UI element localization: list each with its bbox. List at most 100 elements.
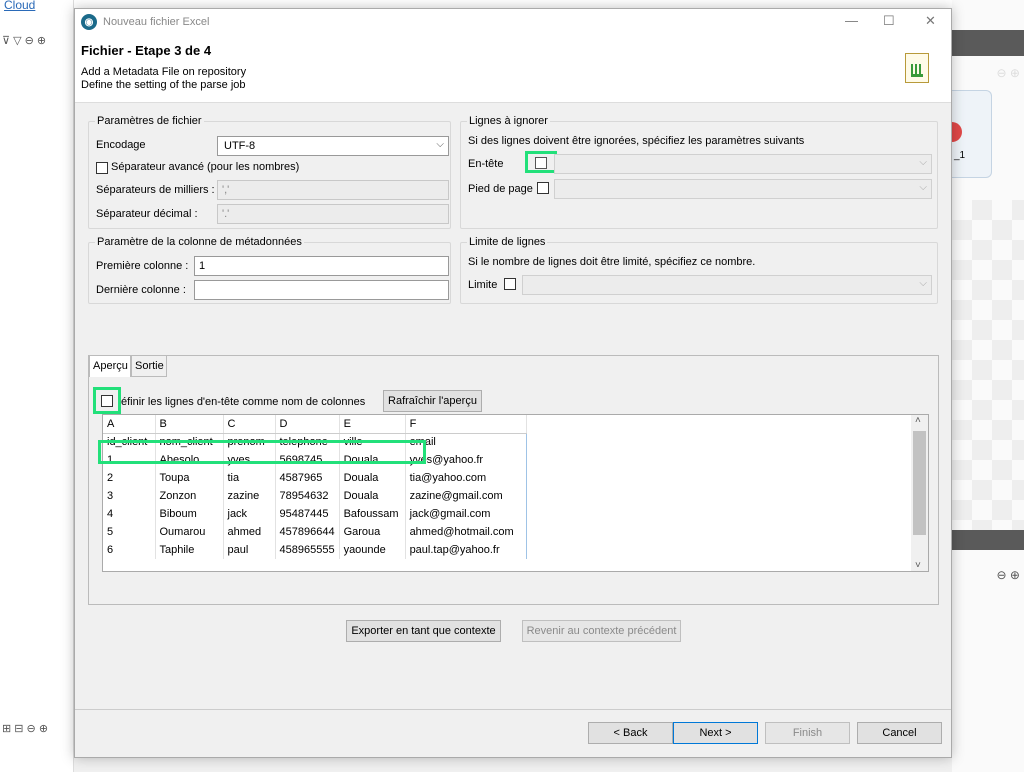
table-cell: 457896644 — [275, 523, 340, 541]
table-cell: 3 — [103, 487, 156, 505]
table-cell: Garoua — [339, 523, 406, 541]
encoding-label: Encodage — [96, 139, 146, 151]
row-limit-hint: Si le nombre de lignes doit être limité,… — [468, 256, 756, 268]
skip-lines-hint: Si des lignes doivent être ignorées, spé… — [468, 135, 805, 147]
excel-file-icon — [905, 53, 929, 83]
tab-preview[interactable]: Aperçu — [89, 355, 131, 377]
row-limit-group: Limite de lignes Si le nombre de lignes … — [460, 236, 938, 304]
header-rows-label: En-tête — [468, 158, 504, 170]
design-canvas — [952, 200, 1024, 530]
thousands-separator-field: ',' — [217, 180, 449, 200]
table-cell: 458965555 — [275, 541, 340, 559]
chevron-up-icon[interactable]: ˄ — [915, 415, 921, 426]
table-cell: 4 — [103, 505, 156, 523]
file-params-title: Paramètres de fichier — [95, 115, 204, 127]
skip-lines-group: Lignes à ignorer Si des lignes doivent ê… — [460, 115, 938, 229]
column-header[interactable]: F — [405, 415, 527, 434]
wizard-step-title: Fichier - Etape 3 de 4 — [81, 43, 212, 58]
row-limit-title: Limite de lignes — [467, 236, 548, 248]
chevron-down-icon: ⌵ — [919, 278, 927, 289]
column-header[interactable]: B — [155, 415, 224, 434]
chevron-down-icon: ⌵ — [919, 157, 927, 168]
footer-divider — [75, 709, 951, 710]
last-column-label: Dernière colonne : — [96, 284, 186, 296]
row-limit-checkbox[interactable] — [504, 278, 516, 290]
preview-table[interactable]: A B C D E F id_client nom_client prenom … — [102, 414, 929, 572]
header-rows-select: ⌵ — [554, 154, 932, 174]
background-toolbar — [0, 0, 1024, 8]
table-cell: Douala — [339, 469, 406, 487]
metadata-columns-group: Paramètre de la colonne de métadonnées P… — [88, 236, 451, 304]
right-panel: ⊖ ⊕ _1 ⊖ ⊕ — [942, 0, 1024, 772]
column-header[interactable]: D — [275, 415, 340, 434]
right-panel-controls[interactable]: ⊖ ⊕ — [997, 66, 1020, 80]
last-column-input[interactable] — [194, 280, 449, 300]
scrollbar-thumb[interactable] — [913, 431, 926, 535]
close-icon[interactable]: ✕ — [925, 13, 936, 29]
table-cell: Oumarou — [155, 523, 224, 541]
table-cell: 2 — [103, 469, 156, 487]
column-header[interactable]: C — [223, 415, 276, 434]
table-cell: 5 — [103, 523, 156, 541]
next-button[interactable]: Next > — [673, 722, 758, 744]
cancel-button[interactable]: Cancel — [857, 722, 942, 744]
talend-app-icon: ◉ — [81, 14, 97, 30]
component-label: _1 — [954, 150, 966, 161]
advanced-separator-checkbox[interactable] — [96, 162, 108, 174]
table-row[interactable]: 6 Taphile paul 458965555 yaounde paul.ta… — [103, 541, 527, 559]
table-cell: zazine — [223, 487, 276, 505]
table-cell: paul — [223, 541, 276, 559]
header-checkbox-highlight — [525, 151, 557, 173]
tab-output[interactable]: Sortie — [131, 355, 167, 377]
table-row[interactable]: 2 Toupa tia 4587965 Douala tia@yahoo.com — [103, 469, 527, 487]
column-header[interactable]: E — [339, 415, 406, 434]
footer-rows-checkbox[interactable] — [537, 182, 549, 194]
table-scrollbar[interactable]: ˄ ˅ — [911, 415, 928, 571]
table-cell: 4587965 — [275, 469, 340, 487]
table-cell: ahmed — [223, 523, 276, 541]
table-row[interactable]: 4 Biboum jack 95487445 Bafoussam jack@gm… — [103, 505, 527, 523]
decimal-separator-label: Séparateur décimal : — [96, 208, 198, 220]
maximize-icon[interactable]: ☐ — [883, 13, 895, 29]
refresh-preview-button[interactable]: Rafraîchir l'aperçu — [383, 390, 482, 412]
table-cell: Douala — [339, 487, 406, 505]
skip-lines-title: Lignes à ignorer — [467, 115, 550, 127]
wizard-description-2: Define the setting of the parse job — [81, 79, 246, 91]
minimize-icon[interactable]: — — [845, 13, 858, 28]
file-params-group: Paramètres de fichier Encodage UTF-8 ⌵ S… — [88, 115, 451, 229]
left-panel-toolbar[interactable]: ⊽ ▽ ⊖ ⊕ — [2, 34, 46, 47]
first-column-input[interactable]: 1 — [194, 256, 449, 276]
right-bottom-controls[interactable]: ⊖ ⊕ — [997, 568, 1020, 582]
new-excel-file-dialog: ◉ Nouveau fichier Excel — ☐ ✕ Fichier - … — [74, 8, 952, 758]
encoding-select[interactable]: UTF-8 ⌵ — [217, 136, 449, 156]
footer-rows-select: ⌵ — [554, 179, 932, 199]
table-cell: tia — [223, 469, 276, 487]
back-button[interactable]: < Back — [588, 722, 673, 744]
footer-rows-label: Pied de page — [468, 183, 533, 195]
table-cell: ahmed@hotmail.com — [405, 523, 527, 541]
finish-button: Finish — [765, 722, 850, 744]
left-panel: Cloud ⊽ ▽ ⊖ ⊕ ⊞ ⊟ ⊖ ⊕ — [0, 0, 74, 772]
row-limit-label: Limite — [468, 279, 498, 291]
first-column-label: Première colonne : — [96, 260, 189, 272]
define-header-highlight — [93, 387, 121, 414]
right-panel-header: ⊖ ⊕ — [952, 30, 1024, 80]
table-cell: 78954632 — [275, 487, 340, 505]
table-cell: 6 — [103, 541, 156, 559]
wizard-header: Fichier - Etape 3 de 4 Add a Metadata Fi… — [75, 35, 951, 103]
table-cell: paul.tap@yahoo.fr — [405, 541, 527, 559]
table-cell: jack@gmail.com — [405, 505, 527, 523]
table-cell: jack — [223, 505, 276, 523]
column-header[interactable]: A — [103, 415, 156, 434]
metadata-columns-title: Paramètre de la colonne de métadonnées — [95, 236, 304, 248]
table-row[interactable]: 5 Oumarou ahmed 457896644 Garoua ahmed@h… — [103, 523, 527, 541]
preview-tab-panel: Aperçu Sortie éfinir les lignes d'en-têt… — [88, 355, 939, 605]
left-bottom-toolbar[interactable]: ⊞ ⊟ ⊖ ⊕ — [2, 722, 48, 735]
encoding-value: UTF-8 — [224, 140, 256, 152]
table-cell: zazine@gmail.com — [405, 487, 527, 505]
table-row[interactable]: 3 Zonzon zazine 78954632 Douala zazine@g… — [103, 487, 527, 505]
decimal-separator-field: '.' — [217, 204, 449, 224]
export-context-button[interactable]: Exporter en tant que contexte — [346, 620, 501, 642]
chevron-down-icon[interactable]: ˅ — [915, 560, 921, 571]
cloud-link[interactable]: Cloud — [4, 0, 35, 12]
